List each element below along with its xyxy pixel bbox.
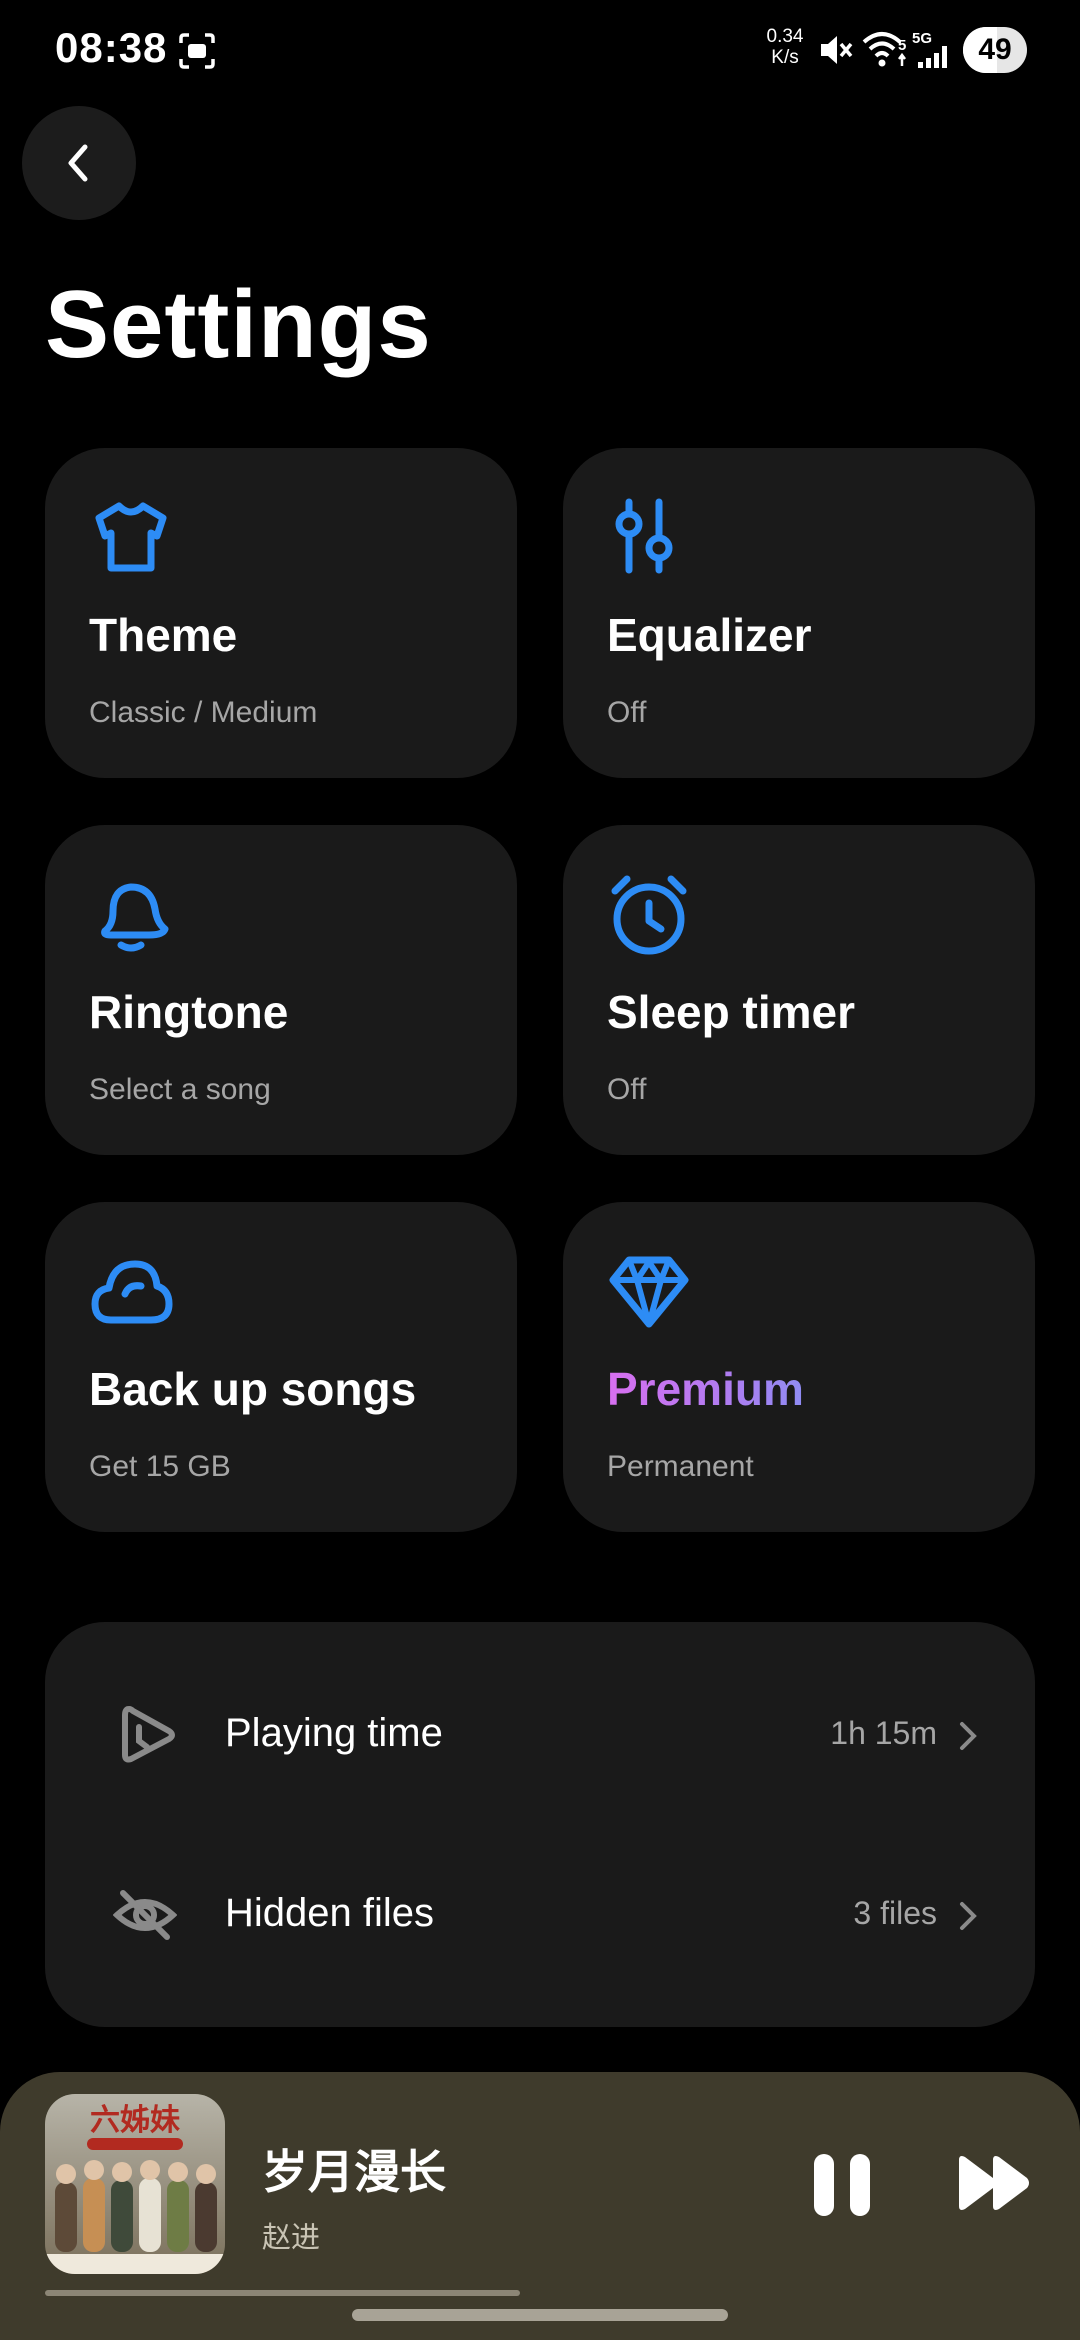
- battery-level: 49: [978, 33, 1012, 66]
- stats-list: Playing time 1h 15m Hidden files 3 files: [45, 1622, 1035, 2027]
- album-art-image: 六姊妹: [45, 2094, 225, 2274]
- eye-off-icon: [113, 1890, 177, 1940]
- skip-next-button[interactable]: [955, 2152, 1031, 2214]
- premium-card-subtitle: Permanent: [607, 1450, 754, 1483]
- hidden-files-row[interactable]: Hidden files 3 files: [45, 1825, 1035, 2005]
- playing-time-label: Playing time: [225, 1711, 443, 1755]
- status-time: 08:38: [55, 24, 168, 71]
- page-title: Settings: [45, 271, 432, 378]
- screen-recording-icon: [179, 33, 215, 69]
- pause-button[interactable]: [810, 2152, 876, 2218]
- backup-songs-card[interactable]: Back up songs Get 15 GB: [45, 1202, 517, 1532]
- playing-time-value: 1h 15m: [830, 1715, 937, 1751]
- song-artist: 赵进: [262, 2220, 321, 2254]
- chevron-right-icon: [960, 1722, 977, 1750]
- theme-card[interactable]: Theme Classic / Medium: [45, 448, 517, 778]
- album-art-caption: 六姊妹: [90, 2103, 180, 2138]
- home-indicator[interactable]: [352, 2309, 728, 2321]
- battery-indicator: 49: [963, 27, 1027, 73]
- hidden-files-label: Hidden files: [225, 1891, 435, 1935]
- svg-text:5: 5: [898, 37, 906, 54]
- ringtone-card-title: Ringtone: [89, 986, 289, 1038]
- signal-type-label: 5G: [912, 30, 933, 47]
- wifi-icon: 5: [862, 32, 906, 67]
- mute-icon: [821, 36, 853, 64]
- equalizer-card-subtitle: Off: [607, 696, 647, 729]
- alarm-clock-icon: [611, 875, 687, 955]
- album-art[interactable]: 六姊妹: [45, 2094, 225, 2274]
- backup-songs-card-subtitle: Get 15 GB: [89, 1450, 231, 1483]
- premium-card-title: Premium: [607, 1363, 804, 1415]
- tshirt-icon: [95, 502, 167, 572]
- back-button[interactable]: [22, 106, 136, 220]
- network-speed-value: 0.34: [766, 26, 804, 47]
- status-bar: 08:38 0.34 K/s 5 5G 49: [0, 0, 1080, 100]
- backup-songs-card-title: Back up songs: [89, 1363, 417, 1415]
- theme-card-subtitle: Classic / Medium: [89, 696, 318, 729]
- sliders-icon: [615, 498, 673, 574]
- cloud-icon: [91, 1260, 173, 1324]
- hidden-files-value: 3 files: [853, 1895, 937, 1931]
- playing-time-row[interactable]: Playing time 1h 15m: [45, 1645, 1035, 1825]
- equalizer-card[interactable]: Equalizer Off: [563, 448, 1035, 778]
- sleep-timer-card[interactable]: Sleep timer Off: [563, 825, 1035, 1155]
- theme-card-title: Theme: [89, 609, 238, 661]
- play-clock-icon: [122, 1706, 175, 1763]
- sleep-timer-card-title: Sleep timer: [607, 986, 855, 1038]
- network-speed: 0.34 K/s: [760, 26, 810, 68]
- bell-icon: [101, 883, 169, 952]
- chevron-right-icon: [960, 1902, 977, 1930]
- diamond-icon: [609, 1256, 689, 1328]
- equalizer-card-title: Equalizer: [607, 609, 812, 661]
- ringtone-card[interactable]: Ringtone Select a song: [45, 825, 517, 1155]
- song-title: 岁月漫长: [262, 2145, 446, 2199]
- chevron-left-icon: [68, 144, 88, 182]
- network-speed-unit: K/s: [771, 47, 799, 68]
- sleep-timer-card-subtitle: Off: [607, 1073, 647, 1106]
- ringtone-card-subtitle: Select a song: [89, 1073, 271, 1106]
- premium-card[interactable]: Premium Permanent: [563, 1202, 1035, 1532]
- signal-strength-icon: [918, 46, 947, 68]
- mini-player[interactable]: 六姊妹 岁月漫长 赵进: [0, 2072, 1080, 2340]
- playback-progress[interactable]: [45, 2290, 520, 2296]
